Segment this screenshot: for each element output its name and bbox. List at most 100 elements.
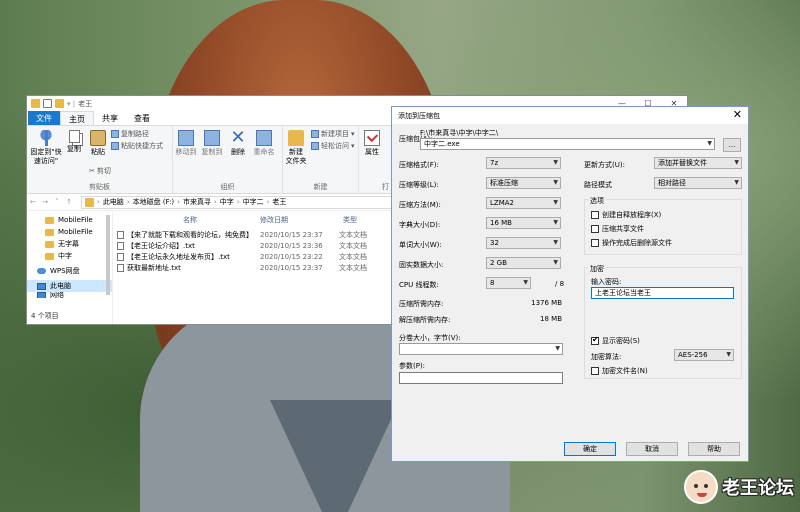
nav-item-mobilefile-1[interactable]: MobileFile (27, 214, 112, 226)
nav-item-zhongzi[interactable]: 中字 (27, 250, 112, 262)
level-label: 压缩等级(L): (399, 181, 439, 189)
chevron-down-icon: ▼ (726, 351, 731, 358)
folder-icon (45, 240, 54, 248)
nav-item-no-subtitle[interactable]: 无字幕 (27, 238, 112, 250)
add-to-archive-dialog: 添加到压缩包 ✕ 压缩包(A): F:\市来真寻\中字\中字二\ 中字二.exe… (391, 106, 749, 462)
create-sfx-checkbox[interactable]: 创建自释放程序(X) (591, 210, 661, 220)
volume-size-label: 分卷大小，字节(V): (399, 334, 461, 342)
compress-shared-checkbox[interactable]: 压缩共享文件 (591, 224, 644, 234)
rename-icon (256, 130, 272, 146)
browse-button[interactable]: ... (723, 138, 741, 152)
column-header-date[interactable]: 修改日期 (256, 215, 339, 225)
decompress-memory-value: 18 MB (540, 315, 562, 323)
new-folder-icon[interactable] (55, 99, 64, 108)
password-label: 输入密码: (591, 278, 622, 286)
format-select[interactable]: 7z ▼ (486, 157, 561, 169)
update-mode-label: 更新方式(U): (584, 161, 625, 169)
nav-item-mobilefile-2[interactable]: MobileFile (27, 226, 112, 238)
chevron-down-icon: ▼ (553, 179, 558, 186)
organize-group: 移动到 复制到 ✕ 删除 重命名 组织 (173, 126, 283, 194)
text-file-icon (117, 241, 124, 250)
forward-arrow-icon[interactable]: → (39, 198, 51, 206)
copy-path-icon (111, 130, 119, 138)
properties-icon[interactable] (43, 99, 52, 108)
breadcrumb-folder-2[interactable]: 中字 (220, 197, 234, 207)
parameters-input[interactable] (399, 372, 563, 384)
chevron-down-icon: ▼ (523, 279, 528, 286)
breadcrumb-this-pc[interactable]: 此电脑 (103, 197, 124, 207)
paste-button[interactable]: 粘贴 (87, 130, 109, 157)
breadcrumb-folder-1[interactable]: 市来真寻 (183, 197, 211, 207)
update-mode-select[interactable]: 添加并替换文件 ▼ (654, 157, 742, 169)
file-name: 【来了就能下载和观看的论坛，纯免费】 (127, 230, 253, 239)
copy-button[interactable]: 复制 (65, 130, 83, 154)
easy-access-button[interactable]: 轻松访问 ▾ (311, 141, 355, 151)
column-header-name[interactable]: 名称 (113, 215, 256, 225)
volume-size-combo[interactable]: ▼ (399, 343, 563, 355)
chevron-down-icon: ▼ (553, 199, 558, 206)
file-type: 文本文档 (339, 230, 367, 239)
move-to-button[interactable]: 移动到 (175, 130, 197, 157)
file-date: 2020/10/15 23:22 (260, 252, 323, 261)
encryption-method-select[interactable]: AES-256 ▼ (674, 349, 734, 361)
delete-after-checkbox[interactable]: 操作完成后删除源文件 (591, 238, 672, 248)
copy-to-button[interactable]: 复制到 (201, 130, 223, 157)
new-item-button[interactable]: 新建项目 ▾ (311, 129, 355, 139)
new-folder-button[interactable]: 新建 文件夹 (285, 130, 307, 166)
new-item-icon (311, 130, 319, 138)
paste-shortcut-button[interactable]: 粘贴快捷方式 (111, 141, 163, 151)
chevron-down-icon: ▼ (555, 345, 560, 352)
up-arrow-icon[interactable]: ↑ (63, 198, 75, 206)
back-arrow-icon[interactable]: ← (27, 198, 39, 206)
tab-view[interactable]: 查看 (126, 111, 158, 125)
address-folder-icon (85, 197, 94, 207)
dialog-titlebar: 添加到压缩包 ✕ (392, 107, 748, 124)
cpu-threads-max: / 8 (555, 280, 565, 288)
text-file-icon (117, 252, 124, 261)
delete-x-icon: ✕ (230, 127, 246, 148)
nav-scrollbar[interactable] (106, 215, 110, 295)
open-group: 属性 打 (359, 126, 389, 194)
tab-share[interactable]: 共享 (94, 111, 126, 125)
compress-memory-value: 1376 MB (531, 299, 562, 307)
recent-dropdown-icon[interactable]: ˅ (51, 198, 63, 206)
breadcrumb-drive-f[interactable]: 本地磁盘 (F:) (133, 197, 175, 207)
properties-check-icon (364, 130, 380, 146)
breadcrumb-folder-3[interactable]: 中字二 (243, 197, 264, 207)
cpu-threads-select[interactable]: 8 ▼ (486, 277, 531, 289)
level-select[interactable]: 标准压缩 ▼ (486, 177, 561, 189)
method-select[interactable]: LZMA2 ▼ (486, 197, 561, 209)
file-type: 文本文档 (339, 263, 367, 272)
tab-home[interactable]: 主页 (60, 111, 94, 125)
nav-item-network[interactable]: 网络 (27, 292, 112, 298)
copy-path-button[interactable]: 复制路径 (111, 129, 149, 139)
column-header-type[interactable]: 类型 (339, 215, 379, 225)
solid-size-select[interactable]: 2 GB ▼ (486, 257, 561, 269)
breadcrumb-folder-current[interactable]: 老王 (272, 197, 286, 207)
pin-quick-access-button[interactable]: 固定到"快 速访问" (29, 130, 63, 166)
password-input[interactable]: 上老王论坛当老王 (591, 287, 734, 299)
delete-button[interactable]: ✕ 删除 (229, 127, 247, 157)
rename-button[interactable]: 重命名 (251, 130, 277, 157)
computer-icon (37, 282, 46, 290)
path-mode-label: 路径模式 (584, 181, 612, 189)
word-size-select[interactable]: 32 ▼ (486, 237, 561, 249)
dictionary-select[interactable]: 16 MB ▼ (486, 217, 561, 229)
file-type: 文本文档 (339, 241, 367, 250)
cloud-icon (37, 268, 46, 274)
encrypt-filenames-checkbox[interactable]: 加密文件名(N) (591, 366, 648, 376)
cancel-button[interactable]: 取消 (626, 442, 678, 456)
properties-button[interactable]: 属性 (361, 130, 383, 157)
ok-button[interactable]: 确定 (564, 442, 616, 456)
tab-file[interactable]: 文件 (28, 111, 60, 125)
nav-item-wps-drive[interactable]: WPS网盘 (27, 265, 112, 277)
archive-name-combo[interactable]: 中字二.exe ▼ (420, 138, 715, 150)
show-password-checkbox[interactable]: 显示密码(S) (591, 335, 640, 346)
help-button[interactable]: 帮助 (688, 442, 740, 456)
cut-button[interactable]: ✂ 剪切 (89, 166, 111, 176)
nav-item-this-pc[interactable]: 此电脑 (27, 280, 112, 292)
file-date: 2020/10/15 23:37 (260, 263, 323, 272)
dialog-close-button[interactable]: ✕ (733, 108, 742, 121)
quick-access-dropdown-icon[interactable]: ▾ | (67, 100, 75, 108)
path-mode-select[interactable]: 相对路径 ▼ (654, 177, 742, 189)
